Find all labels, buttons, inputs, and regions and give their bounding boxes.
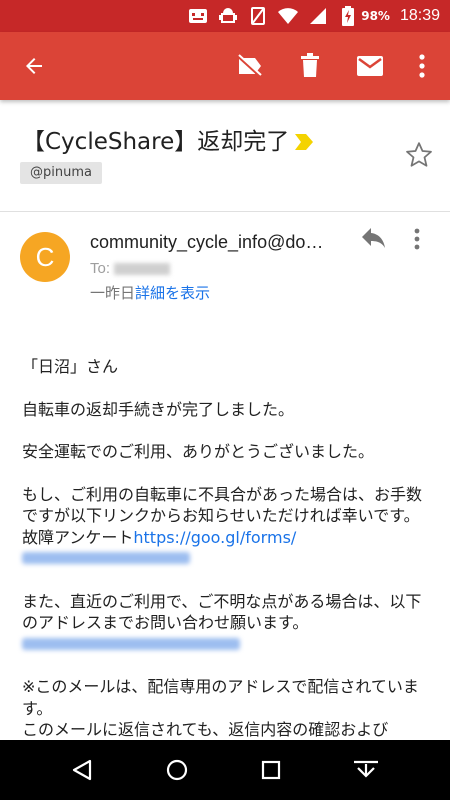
subject-area: 【CycleShare】返却完了 @pinuma [0,100,450,212]
sender-row: C community_cycle_info@do… To: 一昨日詳細を表示 [0,212,450,312]
android-icon [217,5,239,27]
body-line-return-complete: 自転車の返却手続きが完了しました。 [22,399,295,419]
avatar[interactable]: C [20,232,70,282]
survey-label: 故障アンケート [22,527,134,547]
greeting: 「日沼」さん [22,357,119,376]
redacted-link[interactable] [22,552,190,564]
app-bar [0,32,450,100]
status-bar: 98% 18:39 [0,0,450,32]
status-clock: 18:39 [399,7,440,24]
body-line-defect: もし、ご利用の自転車に不具合があった場合は、お手数ですが以下リンクからお知らせい… [22,484,423,526]
email-body: 「日沼」さん 自転車の返却手続きが完了しました。 安全運転でのご利用、ありがとう… [22,356,426,741]
body-line-reply-notice: このメールに返信されても、返信内容の確認および [22,720,389,739]
overflow-menu-icon[interactable] [406,50,438,82]
show-details-link[interactable]: 詳細を表示 [135,284,210,302]
hide-keyboard-icon[interactable] [348,752,384,788]
notification-icon [187,5,209,27]
survey-link[interactable]: https://goo.gl/forms/ [133,528,296,547]
importance-marker-icon[interactable] [295,130,314,156]
star-icon[interactable] [404,140,434,170]
mark-unread-icon[interactable] [354,50,386,82]
back-arrow-icon[interactable] [18,50,50,82]
body-line-thanks: 安全運転でのご利用、ありがとうございました。 [22,442,375,461]
label-off-icon[interactable] [234,50,266,82]
reply-icon[interactable] [360,228,390,258]
recipient-line: To: [90,260,171,277]
email-date: 一昨日 [90,284,136,302]
back-nav-icon[interactable] [64,752,100,788]
label-chip[interactable]: @pinuma [20,162,102,184]
navigation-bar [0,740,450,800]
email-subject: 【CycleShare】返却完了 [22,122,314,156]
sender-name[interactable]: community_cycle_info@do… [90,232,323,253]
battery-percentage: 98% [361,9,390,23]
redacted-recipient [114,263,171,276]
message-overflow-icon[interactable] [414,228,434,258]
subject-text: 【CycleShare】返却完了 [22,129,290,155]
wifi-icon [277,5,299,27]
survey-line: 故障アンケートhttps://goo.gl/forms/ [22,527,426,549]
home-nav-icon[interactable] [159,752,195,788]
delete-icon[interactable] [294,50,326,82]
battery-charging-icon [337,5,359,27]
signal-off-icon [247,5,269,27]
redacted-email-address[interactable] [22,637,240,650]
body-line-inquiry: また、直近のご利用で、ご不明な点がある場合は、以下のアドレスまでお問い合わせ願い… [22,591,422,633]
cell-signal-icon [307,5,329,27]
date-line: 一昨日詳細を表示 [90,282,210,303]
to-label: To: [90,260,111,277]
body-line-notice: ※このメールは、配信専用のアドレスで配信されています。 [22,677,419,718]
recents-nav-icon[interactable] [253,752,289,788]
